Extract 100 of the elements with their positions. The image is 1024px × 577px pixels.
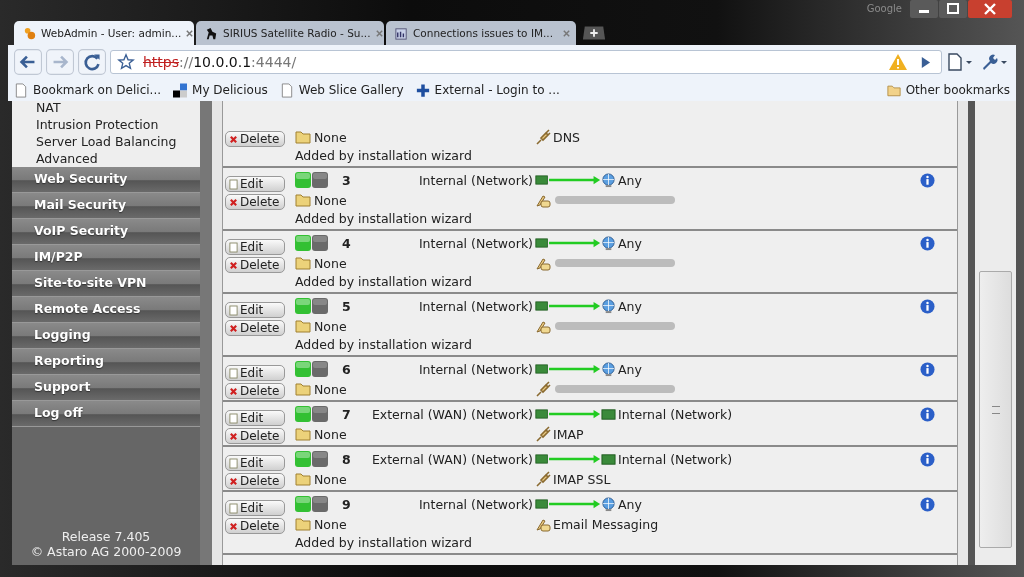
toggle-switch[interactable] <box>295 361 329 377</box>
info-icon[interactable] <box>920 496 935 512</box>
play-icon[interactable] <box>920 55 931 69</box>
cross-icon <box>415 82 430 98</box>
delete-button[interactable]: Delete <box>225 257 285 273</box>
delete-button[interactable]: Delete <box>225 518 285 534</box>
destination-label: Any <box>618 496 642 512</box>
toggle-switch[interactable] <box>295 172 329 188</box>
edit-button[interactable]: Edit <box>225 410 285 426</box>
submenu-link[interactable]: NAT <box>36 101 200 116</box>
browser-tab[interactable]: WebAdmin - User: admin... <box>14 21 194 45</box>
menu-item[interactable]: Web Security <box>12 167 200 193</box>
plug-icon <box>535 426 551 442</box>
comment-label: Added by installation wizard <box>295 336 473 354</box>
edit-button[interactable]: Edit <box>225 176 285 192</box>
edit-button[interactable]: Edit <box>225 302 285 318</box>
menu-item[interactable]: Logging <box>12 323 200 349</box>
scroll-thumb[interactable] <box>979 271 1012 548</box>
bookmark-link[interactable]: Bookmark on Delici... <box>14 82 162 98</box>
clipboard-icon <box>229 457 238 469</box>
rule-number: 9 <box>342 496 351 512</box>
toggle-switch[interactable] <box>295 298 329 314</box>
info-icon[interactable] <box>920 172 935 188</box>
delete-button[interactable]: Delete <box>225 428 285 444</box>
document-icon <box>394 25 409 41</box>
destination-label: Internal (Network) <box>618 406 733 422</box>
maximize-icon[interactable] <box>939 0 967 18</box>
cross-icon <box>229 475 238 487</box>
submenu-link[interactable]: Advanced <box>36 150 200 167</box>
edit-button[interactable]: Edit <box>225 455 285 471</box>
network-arrow-icon <box>535 174 601 186</box>
scrollbar[interactable] <box>968 101 1016 565</box>
menu-item[interactable]: Mail Security <box>12 193 200 219</box>
toggle-switch[interactable] <box>295 235 329 251</box>
folder-icon <box>886 82 901 98</box>
folder-icon <box>295 517 311 531</box>
group-label: None <box>295 381 535 397</box>
globe-icon <box>601 298 616 314</box>
folder-icon <box>295 319 311 333</box>
edit-button[interactable]: Edit <box>225 365 285 381</box>
folder-icon <box>295 472 311 486</box>
delete-button[interactable]: Delete <box>225 131 285 147</box>
close-icon[interactable] <box>185 28 195 38</box>
plug-icon <box>535 381 551 397</box>
toggle-switch[interactable] <box>295 406 329 422</box>
submenu-link[interactable]: Intrusion Protection <box>36 116 200 133</box>
menu-item[interactable]: Support <box>12 375 200 401</box>
new-tab-icon[interactable] <box>582 25 606 41</box>
edit-button[interactable]: Edit <box>225 500 285 516</box>
address-field[interactable]: https://10.0.0.1:4444/ <box>110 50 942 74</box>
network-arrow-icon <box>535 498 601 510</box>
source-label: External (WAN) (Network) <box>370 406 533 422</box>
menu-item[interactable]: Site-to-site VPN <box>12 271 200 297</box>
folder-icon <box>295 427 311 441</box>
bookmark-link[interactable]: Web Slice Gallery <box>279 82 404 98</box>
globe-icon <box>601 235 616 251</box>
folder-icon <box>295 193 311 207</box>
info-icon[interactable] <box>920 451 935 467</box>
delete-button[interactable]: Delete <box>225 194 285 210</box>
edit-button[interactable]: Edit <box>225 239 285 255</box>
comment-label: Added by installation wizard <box>295 147 473 165</box>
folder-icon <box>295 256 311 270</box>
group-label: None <box>295 129 535 145</box>
cross-icon <box>229 385 238 397</box>
source-label: Internal (Network) <box>417 298 533 314</box>
delete-button[interactable]: Delete <box>225 320 285 336</box>
submenu-link[interactable]: Server Load Balancing <box>36 133 200 150</box>
wrench-icon[interactable] <box>980 52 1010 72</box>
other-bookmarks-link[interactable]: Other bookmarks <box>886 82 1010 98</box>
bookmark-link[interactable]: External - Login to ... <box>415 82 560 98</box>
group-label: None <box>295 471 535 487</box>
destination-label: Any <box>618 235 642 251</box>
clipboard-icon <box>229 367 238 379</box>
folder-icon <box>295 382 311 396</box>
group-label: None <box>295 318 535 334</box>
reload-icon[interactable] <box>78 49 106 75</box>
menu-item[interactable]: Remote Access <box>12 297 200 323</box>
toggle-switch[interactable] <box>295 496 329 512</box>
info-icon[interactable] <box>920 406 935 422</box>
toggle-switch[interactable] <box>295 451 329 467</box>
menu-item[interactable]: IM/P2P <box>12 245 200 271</box>
folder-icon <box>295 130 311 144</box>
star-icon[interactable] <box>117 53 135 71</box>
menu-item[interactable]: VoIP Security <box>12 219 200 245</box>
browser-tab[interactable]: SIRIUS Satellite Radio - Su... <box>196 21 384 45</box>
info-icon[interactable] <box>920 298 935 314</box>
info-icon[interactable] <box>920 361 935 377</box>
service-label: DNS <box>553 129 580 145</box>
release-label: Release 7.405 <box>61 529 151 544</box>
browser-tab[interactable]: Connections issues to IM... <box>386 21 576 45</box>
back-icon[interactable] <box>14 49 42 75</box>
info-icon[interactable] <box>920 235 935 251</box>
delete-button[interactable]: Delete <box>225 473 285 489</box>
minimize-icon[interactable] <box>910 0 938 18</box>
menu-item[interactable]: Log off <box>12 401 200 427</box>
delete-button[interactable]: Delete <box>225 383 285 399</box>
bookmark-link[interactable]: My Delicious <box>173 82 268 98</box>
clipboard-icon <box>229 502 238 514</box>
menu-item[interactable]: Reporting <box>12 349 200 375</box>
source-label: Internal (Network) <box>417 496 533 512</box>
